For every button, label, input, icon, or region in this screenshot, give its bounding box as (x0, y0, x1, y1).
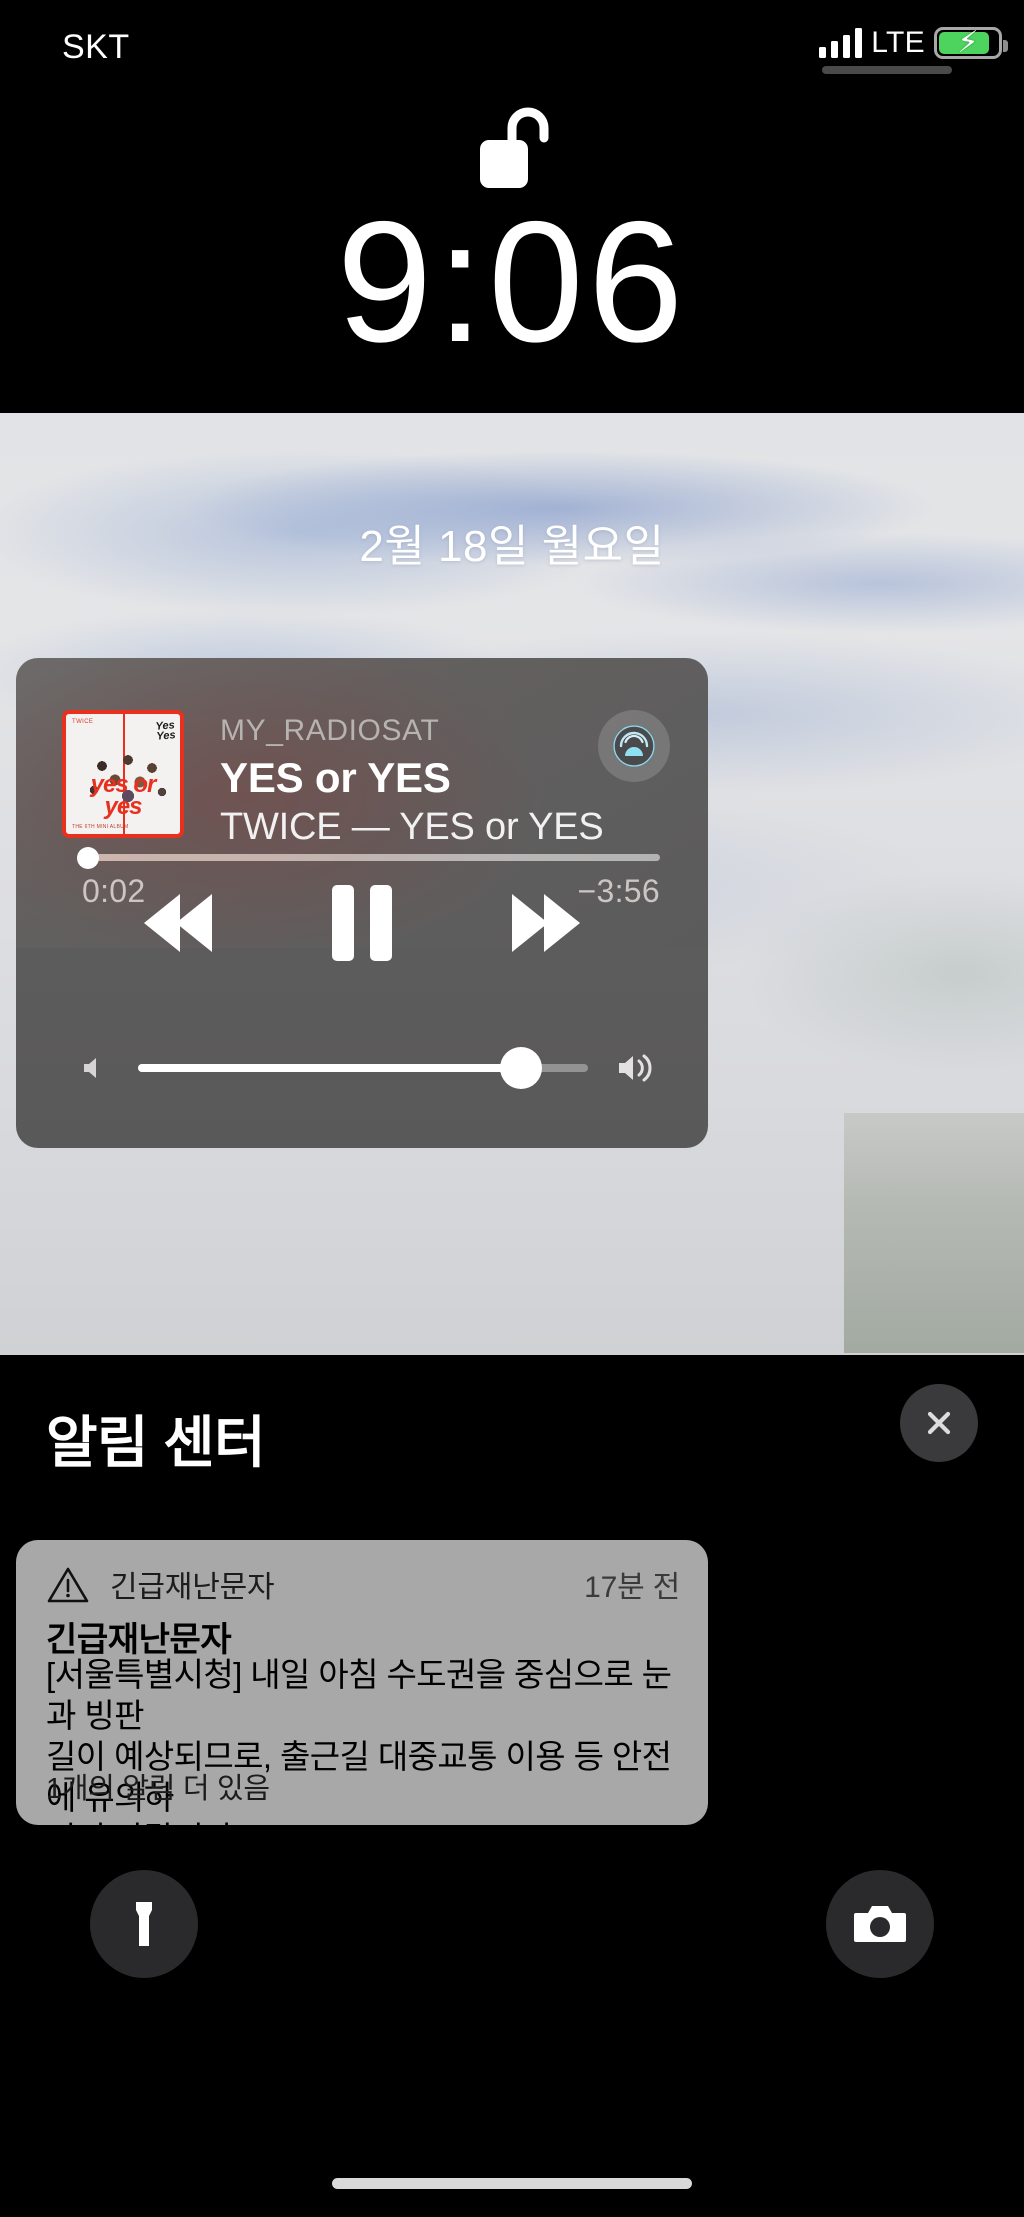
pause-icon (332, 885, 392, 961)
carrier-label: SKT (62, 28, 130, 66)
album-art-title-text: yes or yes (90, 771, 157, 820)
status-bar: SKT LTE ⚡ (0, 0, 1024, 90)
previous-track-button[interactable] (130, 888, 226, 958)
volume-high-icon (619, 1054, 652, 1082)
progress-track[interactable] (76, 846, 660, 869)
quick-action-buttons (0, 1870, 1024, 1978)
volume-knob[interactable] (499, 1047, 542, 1089)
rewind-icon (144, 894, 212, 952)
notification-more-count: 1개의 알림 더 있음 (46, 1773, 270, 1805)
home-indicator[interactable] (332, 2178, 692, 2189)
airplay-button[interactable] (598, 710, 670, 782)
volume-fill (138, 1064, 521, 1072)
notification-app-name: 긴급재난문자 (110, 1571, 275, 1604)
flashlight-icon (136, 1902, 152, 1946)
media-info-row: TWICE Yes Yes yes or yes THE 6TH MINI AL… (62, 710, 604, 850)
media-track-title: YES or YES (220, 754, 451, 801)
signal-strength-icon (819, 28, 863, 58)
lock-screen: SKT LTE ⚡ 9:06 2월 18일 월요일 TWICE Yes Yes … (0, 0, 1024, 2217)
media-text-block: MY_RADIOSAT YES or YES TWICE — YES or YE… (220, 710, 604, 850)
album-art-top-label: TWICE (72, 719, 94, 725)
status-bar-underline (822, 66, 952, 74)
album-art-logo: Yes Yes (154, 719, 176, 743)
notification-header-row: 긴급재난문자 17분 전 (46, 1562, 680, 1606)
warning-triangle-icon (47, 1567, 89, 1603)
next-track-button[interactable] (498, 888, 594, 958)
progress-knob[interactable] (76, 846, 99, 869)
clock-date: 2월 18일 월요일 (359, 522, 665, 571)
charging-bolt-icon: ⚡ (957, 26, 979, 59)
album-art-bottom-label: THE 6TH MINI ALBUM (72, 824, 129, 830)
volume-control[interactable] (78, 1047, 660, 1089)
media-app-name: MY_RADIOSAT (220, 714, 440, 747)
battery-icon: ⚡ (934, 26, 1008, 59)
album-artwork: TWICE Yes Yes yes or yes THE 6TH MINI AL… (62, 710, 184, 838)
flashlight-button[interactable] (90, 1870, 198, 1978)
network-type-label: LTE (871, 26, 925, 59)
camera-button[interactable] (826, 1870, 934, 1978)
status-bar-right-group: LTE ⚡ (819, 26, 1008, 60)
notification-timestamp: 17분 전 (584, 1571, 680, 1604)
camera-icon (854, 1906, 906, 1942)
fast-forward-icon (512, 894, 580, 952)
volume-low-icon (84, 1058, 96, 1078)
volume-track[interactable] (138, 1047, 588, 1089)
notification-close-button[interactable] (900, 1384, 978, 1462)
media-track-subtitle: TWICE — YES or YES (220, 806, 604, 848)
transport-controls (16, 885, 708, 961)
now-playing-controls (16, 885, 708, 1148)
play-pause-button[interactable] (314, 885, 410, 961)
clock-time: 9:06 (336, 186, 688, 378)
close-icon (927, 1411, 951, 1435)
notification-item[interactable]: 긴급재난문자 17분 전 긴급재난문자 [서울특별시청] 내일 아침 수도권을 … (16, 1540, 708, 1825)
notification-center-title: 알림 센터 (46, 1411, 266, 1474)
airplay-audio-icon (613, 725, 655, 767)
